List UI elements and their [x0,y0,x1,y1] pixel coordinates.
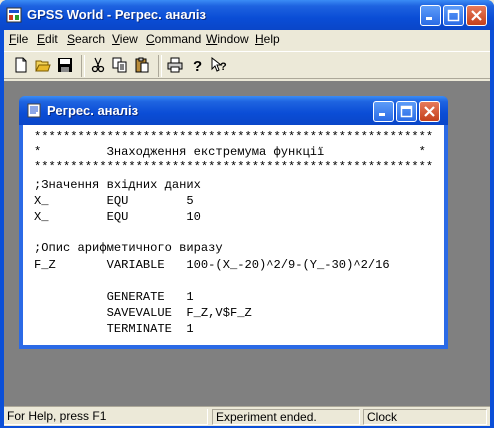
code-line: F_Z VARIABLE 100-(X_-20)^2/9-(Y_-30)^2/1… [34,258,390,272]
menu-command[interactable]: Command [146,32,201,46]
maximize-icon [400,105,413,118]
minimize-button[interactable] [420,5,441,26]
open-folder-icon [35,60,51,72]
save-disk-icon [58,58,72,72]
minimize-icon [379,113,385,116]
app-icon[interactable] [6,7,22,23]
svg-text:?: ? [220,61,227,73]
close-button[interactable] [466,5,487,26]
code-line: ;Опис арифметичного виразу [34,241,223,255]
maximize-button[interactable] [443,5,464,26]
maximize-icon [447,9,460,22]
context-help-icon: ? [211,57,227,73]
toolbar-separator [158,55,162,77]
menu-search[interactable]: Search [67,32,105,46]
code-line: * Знаходження екстремума функції * [34,145,426,159]
help-button[interactable]: ? [187,55,207,75]
code-line: X_ EQU 5 [34,194,194,208]
document-icon[interactable] [27,103,42,118]
paste-button[interactable] [132,55,152,75]
paste-clipboard-icon [135,57,149,73]
code-line: ****************************************… [34,160,434,174]
code-line: SAVEVALUE F_Z,V$F_Z [34,306,252,320]
new-file-icon [15,57,27,73]
status-clock: Clock [363,409,487,425]
cut-button[interactable] [88,55,108,75]
child-window-title: Регрес. аналіз [47,103,139,118]
save-button[interactable] [55,55,75,75]
toolbar: ? ? [4,51,490,79]
close-icon [424,106,435,117]
child-close-button[interactable] [419,101,440,122]
code-editor[interactable]: ****************************************… [23,125,444,345]
code-line: ;Значення вхідних даних [34,178,201,192]
help-icon: ? [193,58,202,73]
print-button[interactable] [165,55,185,75]
code-line: ****************************************… [34,130,434,144]
print-icon [167,57,183,73]
menu-view[interactable]: View [112,32,138,46]
open-button[interactable] [33,55,53,75]
code-line: GENERATE 1 [34,290,194,304]
menu-bar: File Edit Search View Command Window Hel… [4,30,490,49]
toolbar-separator [81,55,85,77]
menu-file[interactable]: File [9,32,28,46]
copy-icon [112,57,127,73]
child-minimize-button[interactable] [373,101,394,122]
menu-window[interactable]: Window [206,32,249,46]
main-window-title: GPSS World - Регрес. аналіз [27,7,206,22]
close-icon [471,10,482,21]
cut-scissors-icon [91,57,105,73]
new-file-button[interactable] [11,55,31,75]
svg-text:?: ? [193,58,202,73]
copy-button[interactable] [110,55,130,75]
code-line: TERMINATE 1 [34,322,194,336]
minimize-icon [426,17,432,20]
context-help-button[interactable]: ? [209,55,229,75]
status-help-text: For Help, press F1 [4,409,208,425]
menu-edit[interactable]: Edit [37,32,58,46]
code-line: X_ EQU 10 [34,210,201,224]
menu-help[interactable]: Help [255,32,280,46]
child-maximize-button[interactable] [396,101,417,122]
status-experiment: Experiment ended. [212,409,360,425]
status-bar: For Help, press F1 Experiment ended. Clo… [4,406,490,426]
